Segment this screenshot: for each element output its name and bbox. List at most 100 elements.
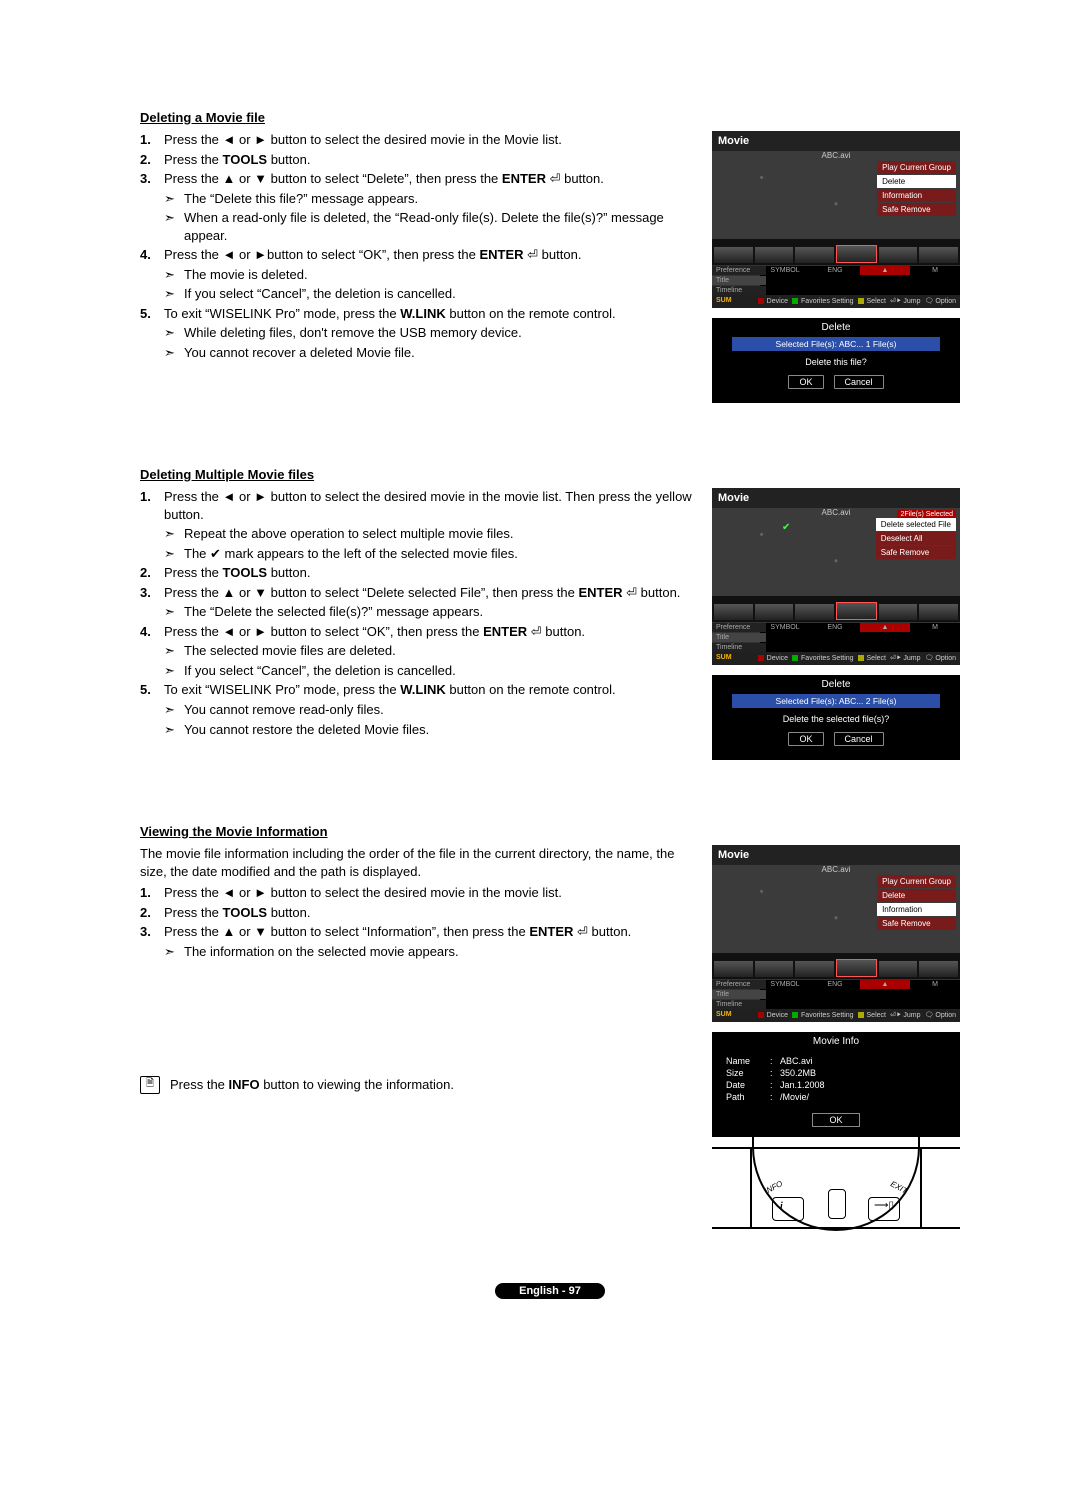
- menu-item[interactable]: Delete: [877, 889, 956, 902]
- sort-val: ▲: [860, 266, 910, 275]
- tv-title: Movie: [712, 845, 960, 865]
- sort-val: SYMBOL: [760, 266, 810, 275]
- section-a-steps: 1.Press the ◄ or ► button to select the …: [140, 131, 694, 362]
- menu-item[interactable]: Information: [877, 189, 956, 202]
- check-icon: ✔: [782, 522, 790, 533]
- step-item: 4.Press the ◄ or ►button to select “OK”,…: [140, 246, 694, 303]
- exit-icon: ⟶▯: [874, 1200, 894, 1211]
- tv-context-menu: Play Current GroupDeleteInformationSafe …: [877, 875, 956, 931]
- section-c-title: Viewing the Movie Information: [140, 824, 960, 839]
- menu-item[interactable]: Information: [877, 903, 956, 916]
- sort-val: M: [910, 266, 960, 275]
- sort-title: Title: [712, 990, 766, 999]
- sort-val: ENG: [810, 980, 860, 989]
- footer-hints: Device Favorites Setting Select ⏎⯈Jump 🗨…: [756, 1011, 956, 1020]
- sort-val: ▲: [860, 980, 910, 989]
- section-b-steps: 1.Press the ◄ or ► button to select the …: [140, 488, 694, 738]
- tv-thumbnails: [712, 953, 960, 979]
- tv-context-menu: Play Current GroupDeleteInformationSafe …: [877, 161, 956, 217]
- sort-title: Title: [712, 633, 766, 642]
- sort-val: ▲: [860, 623, 910, 632]
- sort-val: ENG: [810, 623, 860, 632]
- info-row: Size: 350.2MB: [712, 1067, 960, 1079]
- menu-item[interactable]: Safe Remove: [876, 546, 956, 559]
- sum-label: SUM: [716, 1011, 732, 1020]
- step-item: 3.Press the ▲ or ▼ button to select “Del…: [140, 584, 694, 621]
- sum-label: SUM: [716, 297, 732, 306]
- dialog-question: Delete the selected file(s)?: [712, 714, 960, 724]
- menu-item[interactable]: Play Current Group: [877, 161, 956, 174]
- step-item: 5.To exit “WISELINK Pro” mode, press the…: [140, 681, 694, 738]
- sort-timeline: Timeline: [712, 643, 766, 652]
- dialog-title: Delete: [712, 679, 960, 690]
- tv-screenshot-a: Movie ABC.avi Play Current GroupDeleteIn…: [712, 131, 960, 308]
- sort-val: M: [910, 980, 960, 989]
- dialog-selection: Selected File(s): ABC... 1 File(s): [732, 337, 940, 351]
- tv-filename: ABC.avi: [712, 149, 960, 160]
- dialog-title: Delete: [712, 322, 960, 333]
- page-number: English - 97: [495, 1283, 605, 1299]
- center-remote-button: [828, 1189, 846, 1219]
- info-remote-button: [772, 1197, 804, 1221]
- info-row: Path: /Movie/: [712, 1091, 960, 1103]
- tv-screenshot-b: Movie 2File(s) Selected ABC.avi ✔ Delete…: [712, 488, 960, 665]
- tv-filename: ABC.avi: [712, 506, 960, 517]
- section-c-steps: 1.Press the ◄ or ► button to select the …: [140, 884, 694, 960]
- step-item: 4.Press the ◄ or ► button to select “OK”…: [140, 623, 694, 680]
- sort-val: SYMBOL: [760, 980, 810, 989]
- ok-button[interactable]: OK: [788, 375, 823, 389]
- info-row: Name: ABC.avi: [712, 1055, 960, 1067]
- tv-filename: ABC.avi: [712, 863, 960, 874]
- sort-title: Title: [712, 276, 766, 285]
- tv-context-menu: Delete selected FileDeselect AllSafe Rem…: [876, 518, 956, 560]
- menu-item[interactable]: Deselect All: [876, 532, 956, 545]
- menu-item[interactable]: Delete: [877, 175, 956, 188]
- sort-timeline: Timeline: [712, 286, 766, 295]
- step-item: 2.Press the TOOLS button.: [140, 564, 694, 582]
- delete-dialog-b: Delete Selected File(s): ABC... 2 File(s…: [712, 675, 960, 760]
- step-item: 1.Press the ◄ or ► button to select the …: [140, 488, 694, 562]
- delete-dialog-a: Delete Selected File(s): ABC... 1 File(s…: [712, 318, 960, 403]
- sum-label: SUM: [716, 654, 732, 663]
- menu-item[interactable]: Play Current Group: [877, 875, 956, 888]
- menu-item[interactable]: Safe Remove: [877, 917, 956, 930]
- footer-hints: Device Favorites Setting Select ⏎⯈Jump 🗨…: [756, 297, 956, 306]
- step-item: 3.Press the ▲ or ▼ button to select “Del…: [140, 170, 694, 244]
- sort-timeline: Timeline: [712, 1000, 766, 1009]
- step-item: 3.Press the ▲ or ▼ button to select “Inf…: [140, 923, 694, 960]
- tv-thumbnails: [712, 596, 960, 622]
- doc-icon: 🗎: [140, 1076, 160, 1094]
- info-note: 🗎 Press the INFO button to viewing the i…: [140, 1076, 694, 1094]
- remote-illustration: INFO EXIT i ⟶▯: [712, 1147, 960, 1229]
- sort-pref: Preference: [712, 623, 766, 632]
- sort-pref: Preference: [712, 266, 766, 275]
- section-a-title: Deleting a Movie file: [140, 110, 960, 125]
- menu-item[interactable]: Delete selected File: [876, 518, 956, 531]
- sort-val: SYMBOL: [760, 623, 810, 632]
- dialog-selection: Selected File(s): ABC... 2 File(s): [732, 694, 940, 708]
- sort-val: M: [910, 623, 960, 632]
- ok-button[interactable]: OK: [788, 732, 823, 746]
- tv-title: Movie: [712, 131, 960, 151]
- tv-screenshot-c: Movie ABC.avi Play Current GroupDeleteIn…: [712, 845, 960, 1022]
- footer-hints: Device Favorites Setting Select ⏎⯈Jump 🗨…: [756, 654, 956, 663]
- tv-thumbnails: [712, 239, 960, 265]
- tv-title: Movie: [712, 488, 960, 508]
- sort-pref: Preference: [712, 980, 766, 989]
- step-item: 2.Press the TOOLS button.: [140, 151, 694, 169]
- info-row: Date: Jan.1.2008: [712, 1079, 960, 1091]
- step-item: 2.Press the TOOLS button.: [140, 904, 694, 922]
- step-item: 5.To exit “WISELINK Pro” mode, press the…: [140, 305, 694, 362]
- info-note-text: Press the INFO button to viewing the inf…: [170, 1076, 454, 1094]
- menu-item[interactable]: Safe Remove: [877, 203, 956, 216]
- dialog-question: Delete this file?: [712, 357, 960, 367]
- cancel-button[interactable]: Cancel: [834, 375, 884, 389]
- sort-val: ENG: [810, 266, 860, 275]
- section-b-title: Deleting Multiple Movie files: [140, 467, 960, 482]
- step-item: 1.Press the ◄ or ► button to select the …: [140, 131, 694, 149]
- info-title: Movie Info: [712, 1036, 960, 1047]
- step-item: 1.Press the ◄ or ► button to select the …: [140, 884, 694, 902]
- info-icon: i: [780, 1201, 783, 1212]
- cancel-button[interactable]: Cancel: [834, 732, 884, 746]
- section-c-intro: The movie file information including the…: [140, 845, 694, 880]
